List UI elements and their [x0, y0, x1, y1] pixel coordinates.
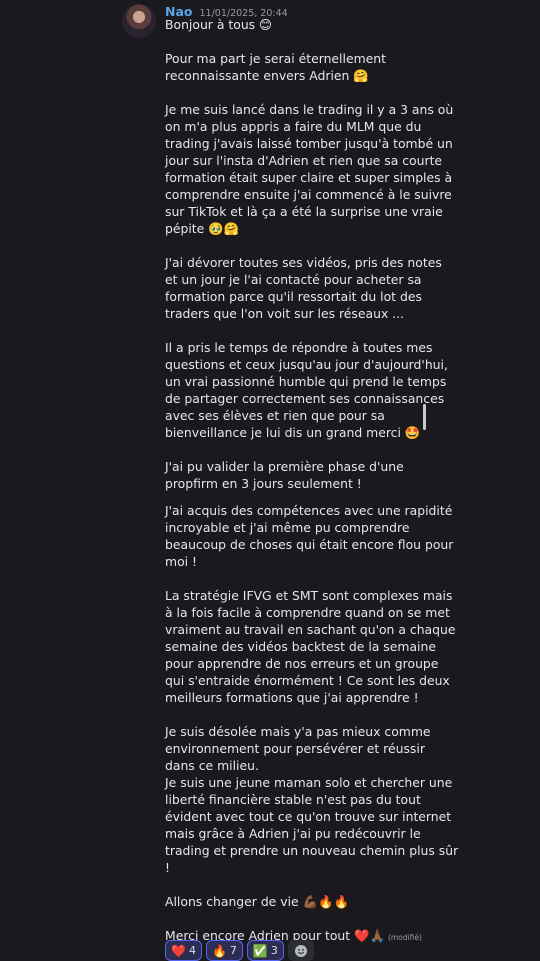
reaction-count: 4 — [188, 944, 196, 957]
paragraph-6: J'ai pu valider la première phase d'une … — [165, 458, 427, 492]
paragraph-10: Allons changer de vie 💪🏾🔥🔥 — [165, 893, 427, 910]
text-line: à la fois facile à comprendre quand on s… — [165, 605, 450, 620]
text-line: Il a pris le temps de répondre à toutes … — [165, 340, 433, 355]
reaction-heart[interactable]: ❤️ 4 — [165, 940, 202, 961]
reaction-fire[interactable]: 🔥 7 — [205, 940, 243, 961]
text-line: formation était super claire et super si… — [165, 170, 453, 185]
text-line: comprendre ensuite j'ai commencé à le su… — [165, 187, 452, 202]
chat-message: Nao 11/01/2025, 20:44 Bonjour à tous 😊 P… — [0, 0, 540, 961]
text-line: traders que l'on voit sur les réseaux ..… — [165, 306, 405, 321]
paragraph-4: J'ai dévorer toutes ses vidéos, pris des… — [165, 254, 442, 322]
add-reaction-button[interactable] — [287, 940, 314, 961]
paragraph-9: Je suis désolée mais y'a pas mieux comme… — [165, 723, 459, 876]
text-line: formation parce qu'il ressortait du lot … — [165, 289, 422, 304]
text-line: Je suis une jeune maman solo et chercher… — [165, 775, 453, 790]
text-line: évident avec tout ce qu'on trouve sur in… — [165, 809, 452, 824]
text-line: bienveillance je lui dis un grand merci … — [165, 425, 421, 440]
text-line: trading et prendre un nouveau chemin plu… — [165, 843, 459, 858]
smiley-add-icon — [294, 944, 307, 957]
text-line: mais grâce à Adrien j'ai pu redécouvrir … — [165, 826, 421, 841]
text-line: vraiment au travail en sachant qu'on a c… — [165, 622, 456, 637]
text-line: jour sur l'insta d'Adrien et rien que sa… — [165, 153, 443, 168]
text-line: ! — [165, 860, 170, 875]
paragraph-2: Pour ma part je serai éternellement reco… — [165, 50, 427, 84]
text-line: semaine des vidéos backtest de la semain… — [165, 639, 436, 654]
message-body: Bonjour à tous 😊 Pour ma part je serai é… — [165, 16, 459, 946]
text-line: beaucoup de choses qui était encore flou… — [165, 537, 454, 552]
edited-label: (modifié) — [387, 933, 422, 942]
text-line: dans ce milieu. — [165, 758, 259, 773]
text-line: Pour ma part je serai éternellement — [165, 51, 386, 66]
text-line: moi ! — [165, 554, 197, 569]
paragraph-7: J'ai acquis des compétences avec une rap… — [165, 502, 454, 570]
text-line: incroyable et j'ai même pu comprendre — [165, 520, 410, 535]
text-line: Allons changer de vie 💪🏾🔥🔥 — [165, 894, 349, 909]
reaction-check[interactable]: ✅ 3 — [246, 940, 284, 961]
text-line: pépite 🥹🤗 — [165, 221, 240, 236]
text-line: pour apprendre de nos erreurs et un grou… — [165, 656, 439, 671]
heart-icon: ❤️ — [171, 943, 186, 958]
text-line: La stratégie IFVG et SMT sont complexes … — [165, 588, 453, 603]
reactions-bar: ❤️ 4 🔥 7 ✅ 3 — [165, 940, 314, 961]
text-line: un vrai passionné humble qui prend le te… — [165, 374, 447, 389]
text-line: J'ai dévorer toutes ses vidéos, pris des… — [165, 255, 442, 270]
text-line: Bonjour à tous 😊 — [165, 17, 272, 32]
text-line: avec ses élèves et rien que pour sa — [165, 408, 385, 423]
scrollbar-thumb[interactable] — [423, 404, 426, 430]
text-line: reconnaissante envers Adrien 🤗 — [165, 68, 369, 83]
text-line: Je suis désolée mais y'a pas mieux comme — [165, 724, 431, 739]
paragraph-1: Bonjour à tous 😊 — [165, 16, 427, 33]
text-line: et un jour je l'ai contacté pour acheter… — [165, 272, 422, 287]
check-icon: ✅ — [252, 943, 268, 958]
paragraph-5: Il a pris le temps de répondre à toutes … — [165, 339, 448, 441]
avatar[interactable] — [122, 4, 156, 38]
text-line: J'ai acquis des compétences avec une rap… — [165, 503, 453, 518]
text-line: questions et ceux jusqu'au jour d'aujour… — [165, 357, 448, 372]
paragraph-8: La stratégie IFVG et SMT sont complexes … — [165, 587, 456, 706]
reaction-count: 3 — [270, 944, 278, 957]
text-line: liberté financière stable n'est pas du t… — [165, 792, 421, 807]
text-line: qui s'entraide énormément ! Ce sont les … — [165, 673, 450, 688]
text-line: de partager correctement ses connaissanc… — [165, 391, 445, 406]
text-line: Je me suis lancé dans le trading il y a … — [165, 102, 454, 117]
text-line: sur TikTok et là ça a été la surprise un… — [165, 204, 443, 219]
text-line: trading j'avais laissé tomber jusqu'à to… — [165, 136, 453, 151]
paragraph-3: Je me suis lancé dans le trading il y a … — [165, 101, 454, 237]
reaction-count: 7 — [229, 944, 237, 957]
text-line: on m'a plus appris a faire du MLM que du — [165, 119, 422, 134]
fire-icon: 🔥 — [211, 943, 227, 958]
text-line: environnement pour persévérer et réussir — [165, 741, 425, 756]
text-line: meilleurs formations que j'ai apprendre … — [165, 690, 419, 705]
text-line: propfirm en 3 jours seulement ! — [165, 476, 362, 491]
text-line: J'ai pu valider la première phase d'une — [165, 459, 404, 474]
